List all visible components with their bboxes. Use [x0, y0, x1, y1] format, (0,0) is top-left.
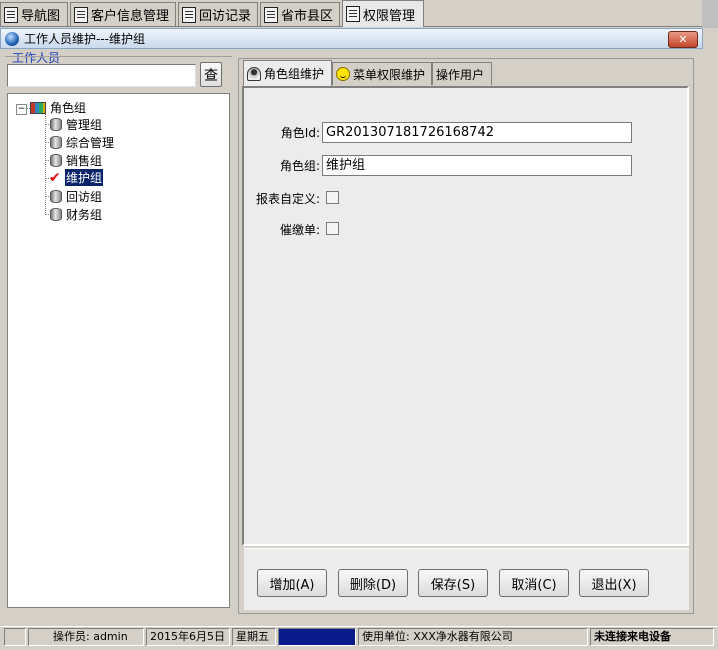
tab-label: 菜单权限维护 [353, 67, 426, 82]
tree-root-label: 角色组 [50, 101, 87, 115]
tab-customer-info[interactable]: 客户信息管理 [70, 2, 176, 26]
tree-item-sales[interactable]: 销售组 [50, 152, 102, 169]
books-icon [30, 101, 46, 114]
tab-regions[interactable]: 省市县区 [260, 2, 340, 26]
cancel-button[interactable]: 取消(C) [499, 569, 569, 597]
status-progress-block [278, 628, 356, 646]
tree-item-label-selected: 维护组 [65, 169, 104, 186]
save-button[interactable]: 保存(S) [418, 569, 488, 597]
document-icon [4, 6, 18, 23]
status-spacer [4, 628, 26, 646]
tree-item-general-management[interactable]: 综合管理 [50, 134, 114, 151]
search-input[interactable] [7, 64, 196, 87]
tab-label: 导航图 [21, 9, 61, 24]
database-icon [50, 136, 62, 149]
report-custom-label: 报表自定义: [255, 192, 320, 206]
role-group-field[interactable]: 维护组 [322, 155, 632, 176]
tab-permission-management[interactable]: 权限管理 [342, 0, 424, 27]
tab-label: 省市县区 [281, 9, 334, 24]
document-icon [346, 6, 360, 22]
delete-button[interactable]: 删除(D) [338, 569, 408, 597]
tree-item-label: 财务组 [66, 208, 103, 222]
tab-label: 权限管理 [363, 8, 416, 24]
document-icon [264, 6, 278, 23]
add-button[interactable]: 增加(A) [257, 569, 327, 597]
document-icon [74, 6, 88, 23]
globe-icon [5, 31, 19, 46]
window-title-bar: 工作人员维护---维护组 ✕ [0, 28, 703, 49]
window-edge-strip [702, 0, 718, 28]
tab-operator-users[interactable]: 操作用户 [432, 62, 492, 85]
tab-label: 操作用户 [436, 67, 485, 82]
tree-item-callback[interactable]: 回访组 [50, 188, 102, 205]
tab-label: 角色组维护 [264, 67, 325, 81]
collection-notice-label: 催缴单: [279, 223, 320, 237]
role-icon [247, 66, 261, 81]
tab-menu-permission-maintenance[interactable]: 菜单权限维护 [332, 62, 432, 85]
role-id-field[interactable]: GR201307181726168742 [322, 122, 632, 143]
database-icon [50, 118, 62, 131]
search-button[interactable]: 查 [200, 62, 222, 87]
database-icon [50, 208, 62, 221]
window-title: 工作人员维护---维护组 [24, 32, 145, 46]
close-icon: ✕ [678, 33, 688, 46]
close-button[interactable]: ✕ [668, 31, 698, 48]
database-icon [50, 154, 62, 167]
tab-role-group-maintenance[interactable]: 角色组维护 [243, 60, 332, 86]
tab-label: 客户信息管理 [91, 9, 170, 24]
role-id-label: 角色Id: [280, 126, 320, 140]
status-unit: 使用单位: XXX净水器有限公司 [358, 628, 588, 646]
checkmark-icon: ✔ [49, 169, 61, 186]
smiley-icon [336, 67, 350, 81]
tree-root-role-groups[interactable]: 角色组 [30, 99, 86, 116]
tree-item-label: 回访组 [66, 190, 103, 204]
role-tree[interactable]: − 角色组 管理组 综合管理 销售组 ✔ 维护组 回访组 财务组 [7, 93, 230, 608]
status-date: 2015年6月5日 [146, 628, 230, 646]
tree-item-label: 销售组 [66, 154, 103, 168]
tree-item-label: 综合管理 [66, 136, 115, 150]
status-device: 未连接来电设备 [590, 628, 714, 646]
exit-button[interactable]: 退出(X) [579, 569, 649, 597]
tab-visit-records[interactable]: 回访记录 [178, 2, 258, 26]
tree-item-maintenance[interactable]: ✔ 维护组 [49, 169, 104, 186]
role-group-label: 角色组: [279, 159, 320, 173]
tab-navigation-map[interactable]: 导航图 [0, 2, 68, 26]
collapse-icon[interactable]: − [16, 104, 27, 115]
database-icon [50, 190, 62, 203]
report-custom-checkbox[interactable] [326, 191, 339, 204]
tab-label: 回访记录 [199, 9, 252, 24]
tree-line [45, 114, 46, 215]
group-divider [5, 56, 232, 57]
tree-item-management[interactable]: 管理组 [50, 116, 102, 133]
status-weekday: 星期五 [232, 628, 276, 646]
collection-notice-checkbox[interactable] [326, 222, 339, 235]
tree-item-finance[interactable]: 财务组 [50, 206, 102, 223]
tree-item-label: 管理组 [66, 118, 103, 132]
status-operator: 操作员: admin [28, 628, 144, 646]
document-icon [182, 6, 196, 23]
